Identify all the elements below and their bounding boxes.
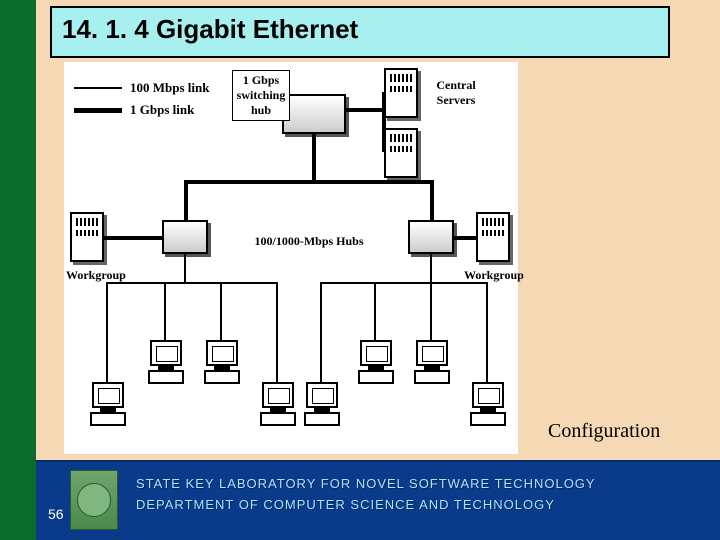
workstation-l1-icon (88, 382, 128, 430)
workstation-r4-icon (468, 382, 508, 430)
workgroup-right-label: Workgroup (464, 268, 524, 283)
link-to-right-hub (430, 180, 434, 222)
footer-text: STATE KEY LABORATORY FOR NOVEL SOFTWARE … (136, 476, 596, 512)
workstation-r2-icon (356, 340, 396, 388)
legend-row-100mbps: 100 Mbps link (74, 80, 209, 96)
left-hub-icon (162, 220, 208, 254)
workstation-l3-icon (202, 340, 242, 388)
link-righthub-rightserver (454, 236, 476, 240)
link-left-fanout-h (106, 282, 276, 284)
central-hub-label: 1 Gbps switching hub (232, 70, 290, 121)
link-left-pc3 (220, 282, 222, 342)
central-switching-hub-icon (282, 94, 346, 134)
link-left-pc2 (164, 282, 166, 342)
link-righthub-down (430, 254, 432, 282)
sidebar-stripe (0, 0, 36, 540)
legend-label-100mbps: 100 Mbps link (130, 80, 209, 96)
workgroup-server-left-icon (70, 212, 104, 262)
workgroup-left-label: Workgroup (66, 268, 126, 283)
workstation-r1-icon (302, 382, 342, 430)
link-right-fanout-h (320, 282, 488, 284)
diagram-area: 100 Mbps link 1 Gbps link 1 Gbps switchi… (64, 62, 518, 454)
link-mainhub-trunk (312, 134, 316, 182)
footer-line2: DEPARTMENT OF COMPUTER SCIENCE AND TECHN… (136, 497, 596, 512)
link-lefthub-down (184, 254, 186, 282)
slide-title: 14. 1. 4 Gigabit Ethernet (62, 14, 358, 45)
central-servers-label: Central Servers (426, 78, 486, 108)
link-right-pc4 (486, 282, 488, 382)
link-left-pc1 (106, 282, 108, 382)
link-right-pc1 (320, 282, 322, 382)
link-mainhub-server1 (346, 108, 384, 112)
title-bar: 14. 1. 4 Gigabit Ethernet (50, 6, 670, 58)
link-lefthub-leftserver (104, 236, 162, 240)
central-server-2-icon (384, 128, 418, 178)
legend-line-thick-icon (74, 108, 122, 113)
footer-line1: STATE KEY LABORATORY FOR NOVEL SOFTWARE … (136, 476, 596, 491)
workgroup-server-right-icon (476, 212, 510, 262)
link-right-pc3 (430, 282, 432, 342)
legend: 100 Mbps link 1 Gbps link (74, 80, 209, 124)
legend-line-thin-icon (74, 87, 122, 89)
workstation-r3-icon (412, 340, 452, 388)
mid-hubs-label: 100/1000-Mbps Hubs (244, 234, 374, 249)
workstation-l2-icon (146, 340, 186, 388)
right-hub-icon (408, 220, 454, 254)
workstation-l4-icon (258, 382, 298, 430)
link-left-pc4 (276, 282, 278, 382)
link-server2-down (382, 108, 386, 152)
page-number: 56 (48, 506, 64, 522)
caption: Configuration (548, 420, 660, 443)
link-to-left-hub (184, 180, 188, 222)
legend-label-1gbps: 1 Gbps link (130, 102, 194, 118)
legend-row-1gbps: 1 Gbps link (74, 102, 209, 118)
link-trunk-horizontal (184, 180, 434, 184)
link-right-pc2 (374, 282, 376, 342)
central-server-1-icon (384, 68, 418, 118)
university-logo-icon (70, 470, 118, 530)
